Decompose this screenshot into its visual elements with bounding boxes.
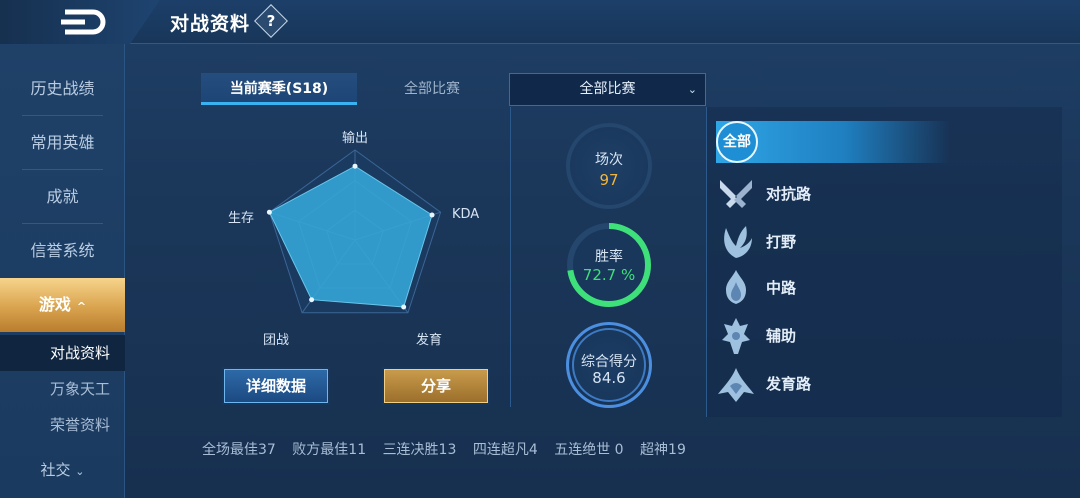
page-title: 对战资料 xyxy=(170,13,251,35)
sidebar-subitem-honor[interactable]: 荣誉资料 xyxy=(0,407,125,443)
stat-quadra-kill: 四连超凡4 xyxy=(472,442,538,458)
sidebar-item-achievements[interactable]: 成就 xyxy=(0,170,125,224)
score-circle: 综合得分 84.6 xyxy=(566,322,652,408)
role-label: 发育路 xyxy=(766,375,812,393)
chevron-up-icon: ^ xyxy=(76,300,87,313)
sidebar-item-label: 历史战绩 xyxy=(30,79,95,98)
radar-point xyxy=(266,209,272,215)
role-label: 打野 xyxy=(766,233,797,251)
radar-label-kda: KDA xyxy=(452,207,480,222)
matches-circle: 场次 97 xyxy=(566,123,652,209)
role-all-badge[interactable]: 全部 xyxy=(716,121,758,163)
sidebar-item-label: 游戏 xyxy=(38,295,71,314)
win-rate-value: 72.7 % xyxy=(582,266,636,284)
radar-point xyxy=(429,212,435,218)
win-rate-label: 胜率 xyxy=(595,249,623,265)
sidebar: 历史战绩 常用英雄 成就 信誉系统 游戏 ^ 对战资料 万象天工 荣誉资料 社交 … xyxy=(0,44,125,498)
radar-point xyxy=(352,163,358,169)
role-mid-lane[interactable]: 中路 xyxy=(716,268,936,308)
divider xyxy=(510,107,511,407)
matches-label: 场次 xyxy=(595,152,623,168)
role-jungle[interactable]: 打野 xyxy=(716,222,936,262)
guardian-icon xyxy=(722,318,750,354)
chevron-down-icon: ⌄ xyxy=(687,83,697,96)
radar-label-output: 输出 xyxy=(342,131,369,146)
sidebar-item-label: 成就 xyxy=(46,187,79,206)
back-arrow-icon[interactable] xyxy=(55,6,115,38)
radar-ring xyxy=(326,209,384,265)
sidebar-item-label: 常用英雄 xyxy=(30,133,95,152)
match-filter-value: 全部比赛 xyxy=(579,81,636,97)
sidebar-item-social[interactable]: 社交 ⌄ xyxy=(0,450,125,490)
tab-current-season[interactable]: 当前赛季(S18) xyxy=(201,73,357,105)
role-label: 对抗路 xyxy=(766,185,812,203)
radar-points xyxy=(266,163,435,310)
stat-losing-mvp: 败方最佳11 xyxy=(292,442,367,458)
tab-all-matches[interactable]: 全部比赛 xyxy=(370,73,494,105)
radar-spoke xyxy=(354,211,441,241)
radar-label-survival: 生存 xyxy=(228,211,255,226)
role-support[interactable]: 辅助 xyxy=(716,316,936,356)
sidebar-item-common-heroes[interactable]: 常用英雄 xyxy=(0,116,125,170)
stat-triple-kill: 三连决胜13 xyxy=(382,442,457,458)
radar-spoke xyxy=(269,211,356,241)
flame-icon xyxy=(726,270,746,304)
top-bar: 对战资料 ? xyxy=(0,0,1080,44)
role-top-lane[interactable]: 对抗路 xyxy=(716,174,936,214)
marksman-icon xyxy=(718,368,754,402)
sidebar-item-game[interactable]: 游戏 ^ xyxy=(0,278,125,332)
help-button[interactable]: ? xyxy=(254,4,288,38)
sidebar-subitem-battle-data[interactable]: 对战资料 xyxy=(0,335,125,371)
stat-legendary: 超神19 xyxy=(640,442,686,458)
sidebar-item-credit[interactable]: 信誉系统 xyxy=(0,224,125,278)
radar-point xyxy=(401,304,407,310)
stat-penta-kill: 五连绝世 0 xyxy=(554,442,624,458)
sidebar-item-label: 信誉系统 xyxy=(30,241,95,260)
score-label: 综合得分 xyxy=(581,354,637,370)
chevron-down-icon: ⌄ xyxy=(75,465,85,478)
role-label: 中路 xyxy=(766,279,797,297)
achievement-stats: 全场最佳37 败方最佳11 三连决胜13 四连超凡4 五连绝世 0 超神19 xyxy=(202,439,698,459)
claw-leaf-icon xyxy=(724,226,752,258)
sidebar-item-history[interactable]: 历史战绩 xyxy=(0,62,125,116)
radar-label-teamfight: 团战 xyxy=(263,333,290,348)
match-filter-select[interactable]: 全部比赛 ⌄ xyxy=(509,73,706,106)
radar-spoke xyxy=(354,239,409,314)
radar-label-growth: 发育 xyxy=(416,333,443,348)
stat-mvp: 全场最佳37 xyxy=(202,442,276,458)
crossed-swords-icon xyxy=(720,180,752,208)
help-icon: ? xyxy=(266,12,276,30)
sidebar-subitem-workshop[interactable]: 万象天工 xyxy=(0,371,125,407)
matches-value: 97 xyxy=(599,171,619,189)
role-label: 辅助 xyxy=(766,327,797,345)
win-rate-circle: 胜率 72.7 % xyxy=(566,222,652,308)
radar-ring xyxy=(297,179,413,289)
score-value: 84.6 xyxy=(592,369,626,387)
radar-spoke xyxy=(301,239,356,314)
radar-grid xyxy=(268,149,442,314)
sidebar-item-label: 社交 xyxy=(40,461,71,479)
radar-area xyxy=(268,165,433,308)
role-bot-lane[interactable]: 发育路 xyxy=(716,364,936,404)
radar-point xyxy=(309,297,315,303)
radar-ring xyxy=(268,149,442,314)
detail-data-button[interactable]: 详细数据 xyxy=(224,369,328,403)
share-button[interactable]: 分享 xyxy=(384,369,488,403)
